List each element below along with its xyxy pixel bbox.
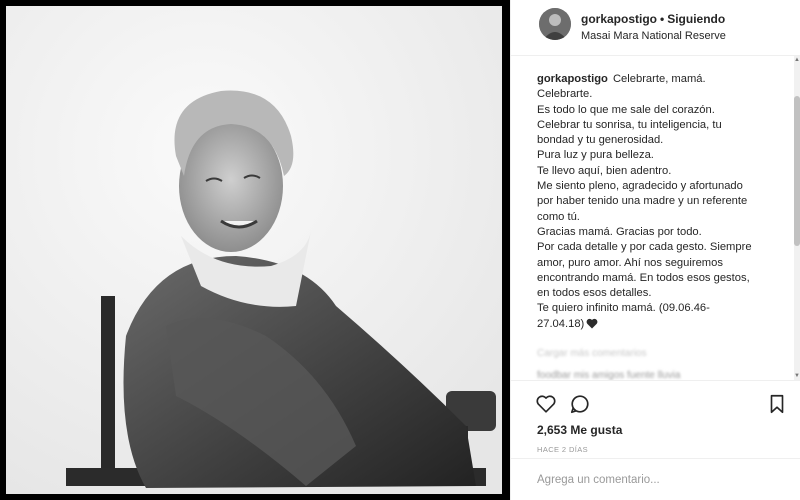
- faded-comment: foodbar mis amigos fuente lluvia: [537, 370, 681, 380]
- caption-text-8: por haber tenido una madre y un referent…: [537, 195, 748, 208]
- comment-bubble-icon[interactable]: [569, 393, 591, 415]
- caption-text-7: Me siento pleno, agradecido y afortunado: [537, 180, 743, 193]
- comments-scrollbar[interactable]: ▲ ▼: [794, 56, 800, 380]
- caption-text-16-wrap: 27.04.18): [537, 317, 785, 334]
- follow-status-button[interactable]: Siguiendo: [667, 12, 725, 26]
- scroll-thumb[interactable]: [794, 96, 800, 246]
- caption-text-15: Te quiero infinito mamá. (09.06.46-: [537, 302, 710, 315]
- caption-text-14: en todos esos detalles.: [537, 287, 652, 300]
- header-separator: •: [660, 12, 665, 26]
- caption: gorkapostigo Celebrarte, mamá. Celebrart…: [537, 72, 785, 334]
- caption-text-10: Gracias mamá. Gracias por todo.: [537, 225, 702, 238]
- portrait-photo: [6, 6, 502, 494]
- scroll-up-arrow-icon[interactable]: ▲: [794, 56, 800, 64]
- caption-text-16: 27.04.18): [537, 317, 585, 330]
- location-link[interactable]: Masai Mara National Reserve: [581, 30, 726, 42]
- load-more-comments[interactable]: Cargar más comentarios: [537, 348, 646, 359]
- likes-count[interactable]: 2,653 Me gusta: [537, 423, 622, 437]
- caption-text-2: Es todo lo que me sale del corazón.: [537, 103, 715, 116]
- avatar[interactable]: [539, 8, 571, 40]
- post-photo[interactable]: [6, 6, 502, 494]
- post-photo-pane: [0, 0, 510, 500]
- comments-area[interactable]: gorkapostigo Celebrarte, mamá. Celebrart…: [511, 56, 800, 380]
- caption-text-6: Te llevo aquí, bien adentro.: [537, 164, 672, 177]
- header-user-line: gorkapostigo • Siguiendo: [581, 12, 725, 26]
- caption-text-12: amor, puro amor. Ahí nos seguiremos: [537, 256, 723, 269]
- scroll-down-arrow-icon[interactable]: ▼: [794, 372, 800, 380]
- add-comment-input[interactable]: [537, 471, 787, 489]
- caption-text-0: Celebrarte, mamá.: [612, 73, 706, 85]
- avatar-image: [539, 8, 571, 40]
- post-header: gorkapostigo • Siguiendo Masai Mara Nation…: [511, 0, 800, 56]
- caption-line-0: gorkapostigo Celebrarte, mamá.: [537, 72, 785, 87]
- header-username[interactable]: gorkapostigo: [581, 12, 657, 26]
- caption-text-1: Celebrarte.: [537, 88, 593, 101]
- post-timestamp: HACE 2 DÍAS: [537, 445, 589, 454]
- caption-text-13: encontrando mamá. En todos esos gestos,: [537, 271, 750, 284]
- caption-text-3: Celebrar tu sonrisa, tu inteligencia, tu: [537, 118, 722, 131]
- add-comment-bar: [511, 458, 800, 500]
- bookmark-icon[interactable]: [766, 393, 788, 415]
- black-heart-icon: [586, 318, 598, 334]
- caption-text-5: Pura luz y pura belleza.: [537, 149, 654, 162]
- caption-text-11: Por cada detalle y por cada gesto. Siemp…: [537, 241, 752, 254]
- heart-outline-icon[interactable]: [535, 393, 557, 415]
- post-side-panel: gorkapostigo • Siguiendo Masai Mara Nation…: [510, 0, 800, 500]
- caption-text-9: como tú.: [537, 210, 580, 223]
- caption-text-4: bondad y tu generosidad.: [537, 134, 664, 147]
- caption-username[interactable]: gorkapostigo: [537, 73, 608, 85]
